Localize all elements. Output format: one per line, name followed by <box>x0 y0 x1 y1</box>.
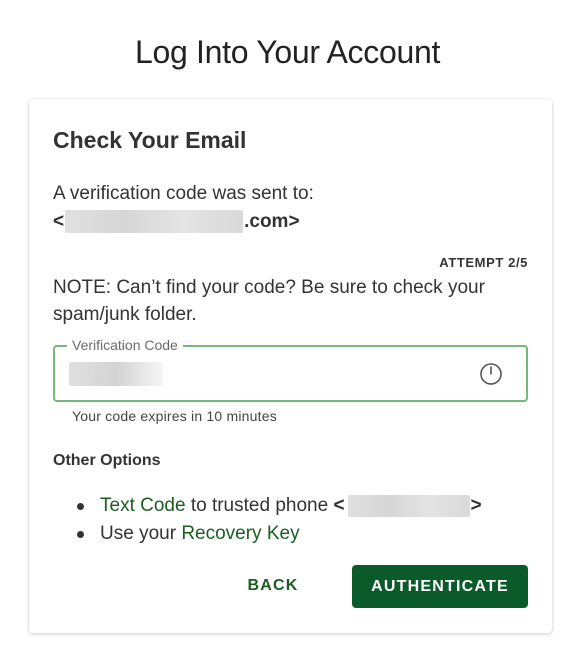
attempt-counter: ATTEMPT 2/5 <box>439 255 528 270</box>
back-button[interactable]: BACK <box>237 570 309 602</box>
text-code-link[interactable]: Text Code <box>100 492 186 520</box>
phone-suffix: > <box>470 495 482 516</box>
code-expiry-helper: Your code expires in 10 minutes <box>72 408 277 424</box>
email-suffix: .com> <box>244 210 300 232</box>
verification-code-field[interactable]: Verification Code <box>53 337 528 402</box>
spam-note: NOTE: Can’t find your code? Be sure to c… <box>53 277 485 325</box>
page-title: Log Into Your Account <box>134 34 441 70</box>
login-card: Check Your Email A verification code was… <box>29 99 552 633</box>
list-item: Text Code to trusted phone < > <box>77 492 482 520</box>
list-item: Use your Recovery Key <box>77 520 482 548</box>
trusted-phone-text: to trusted phone <box>190 495 329 516</box>
redacted-email <box>65 210 244 233</box>
other-options-list: Text Code to trusted phone < > Use your R… <box>77 492 482 548</box>
use-your-text: Use your <box>100 523 177 544</box>
phone-prefix: < <box>333 495 345 516</box>
email-address: < .com> <box>53 210 300 233</box>
verification-code-label: Verification Code <box>67 337 183 353</box>
other-options-heading: Other Options <box>53 452 161 469</box>
recovery-key-link[interactable]: Recovery Key <box>181 520 299 548</box>
redacted-phone <box>347 495 470 517</box>
verification-code-input[interactable] <box>69 359 469 389</box>
email-prefix: < <box>53 210 65 232</box>
authenticate-button[interactable]: AUTHENTICATE <box>352 565 528 608</box>
sent-text: A verification code was sent to: <box>53 183 314 204</box>
timer-icon <box>480 363 502 385</box>
card-heading: Check Your Email <box>53 127 247 153</box>
